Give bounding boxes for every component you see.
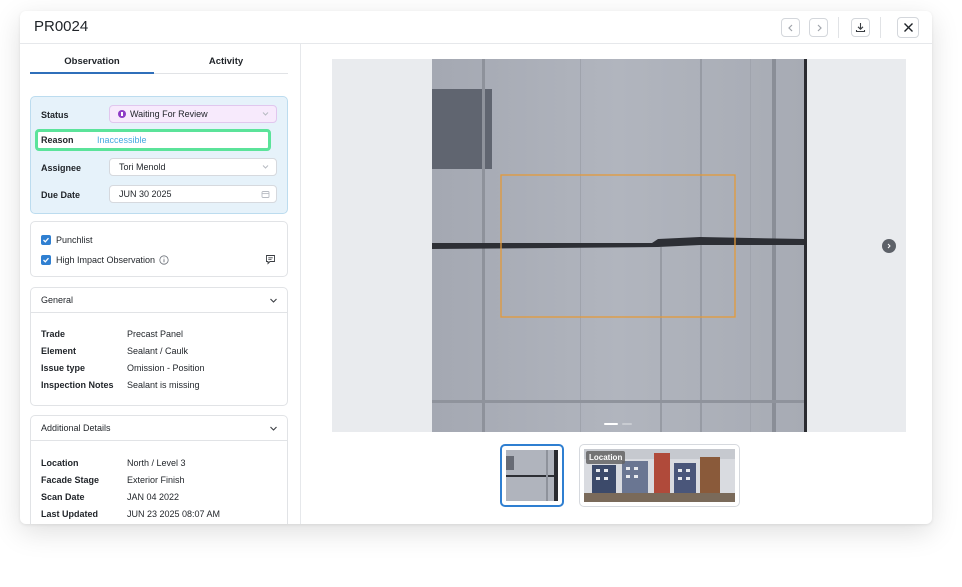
scan-date-key: Scan Date	[41, 492, 85, 502]
inspection-notes-key: Inspection Notes	[41, 380, 114, 390]
punchlist-checkbox-row[interactable]: Punchlist	[41, 234, 93, 246]
chevron-left-icon	[787, 24, 792, 31]
chevron-right-icon	[887, 243, 891, 249]
status-select[interactable]: Waiting For Review	[109, 105, 277, 123]
due-date-value: JUN 30 2025	[119, 189, 172, 199]
high-impact-checkbox[interactable]	[41, 255, 51, 265]
status-card: Status Waiting For Review Reason Inacces…	[30, 96, 288, 214]
chevron-down-icon	[270, 426, 277, 431]
flags-card: Punchlist High Impact Observation	[30, 221, 288, 277]
tab-observation[interactable]: Observation	[30, 56, 154, 67]
carousel-indicator	[604, 423, 632, 425]
image-viewer-panel: Location	[302, 44, 932, 524]
reason-value: Inaccessible	[97, 135, 147, 145]
calendar-icon	[261, 191, 270, 198]
location-value: North / Level 3	[127, 458, 186, 468]
tab-bar: Observation Activity	[30, 52, 288, 74]
tab-activity[interactable]: Activity	[164, 56, 288, 67]
header-bar: PR0024	[20, 11, 932, 44]
chevron-down-icon	[270, 298, 277, 303]
general-section: General Trade Precast Panel Element Seal…	[30, 287, 288, 406]
details-panel: Observation Activity Status Waiting For …	[20, 44, 301, 524]
inspection-notes-value: Sealant is missing	[127, 380, 200, 390]
punchlist-checkbox[interactable]	[41, 235, 51, 245]
scan-date-value: JAN 04 2022	[127, 492, 180, 502]
comment-icon[interactable]	[265, 254, 276, 265]
check-icon	[43, 257, 49, 263]
reason-label: Reason	[41, 135, 74, 145]
info-icon[interactable]	[159, 255, 169, 265]
thumbnail-location-image: Location	[584, 449, 735, 502]
next-image-button[interactable]	[882, 239, 896, 253]
previous-button[interactable]	[781, 18, 800, 37]
thumbnail-detail-image	[506, 450, 558, 501]
check-icon	[43, 237, 49, 243]
assignee-label: Assignee	[41, 163, 82, 173]
header-divider	[838, 17, 839, 38]
additional-details-title: Additional Details	[41, 423, 111, 433]
next-record-button[interactable]	[809, 18, 828, 37]
high-impact-label: High Impact Observation	[56, 255, 156, 265]
thumbnail-detail[interactable]	[500, 444, 564, 507]
chevron-down-icon	[262, 112, 269, 116]
close-button[interactable]	[897, 17, 919, 38]
facade-stage-value: Exterior Finish	[127, 475, 185, 485]
assignee-select[interactable]: Tori Menold	[109, 158, 277, 176]
high-impact-checkbox-row[interactable]: High Impact Observation	[41, 254, 169, 266]
image-viewer[interactable]	[332, 59, 906, 432]
general-title: General	[41, 295, 74, 305]
punchlist-label: Punchlist	[56, 235, 93, 245]
download-icon	[855, 23, 866, 33]
general-section-header[interactable]: General	[31, 288, 287, 313]
photo-edge	[804, 59, 807, 432]
element-key: Element	[41, 346, 77, 356]
download-button[interactable]	[851, 18, 870, 37]
last-updated-value: JUN 23 2025 08:07 AM	[127, 509, 221, 519]
facade-photo	[432, 59, 804, 432]
thumbnail-location[interactable]: Location	[579, 444, 740, 507]
active-tab-indicator	[30, 72, 154, 74]
last-updated-key: Last Updated	[41, 509, 99, 519]
issue-type-value: Omission - Position	[127, 363, 205, 373]
facade-photo-drawing	[432, 59, 804, 432]
status-value: Waiting For Review	[130, 109, 208, 119]
additional-details-header[interactable]: Additional Details	[31, 416, 287, 441]
close-icon	[903, 23, 913, 32]
page-title: PR0024	[34, 18, 89, 35]
additional-details-section: Additional Details Location North / Leve…	[30, 415, 288, 524]
trade-value: Precast Panel	[127, 329, 184, 339]
observation-window: PR0024 Observation Activity Status Waiti…	[20, 11, 932, 524]
location-badge: Location	[586, 451, 626, 464]
facade-stage-key: Facade Stage	[41, 475, 100, 485]
trade-key: Trade	[41, 329, 66, 339]
due-date-label: Due Date	[41, 190, 81, 200]
chevron-right-icon	[817, 24, 822, 31]
header-divider	[880, 17, 881, 38]
status-label: Status	[41, 110, 69, 120]
issue-type-key: Issue type	[41, 363, 86, 373]
due-date-field[interactable]: JUN 30 2025	[109, 185, 277, 203]
reason-field[interactable]: Reason Inaccessible	[35, 129, 271, 151]
element-value: Sealant / Caulk	[127, 346, 189, 356]
status-indicator-icon	[118, 110, 126, 118]
assignee-value: Tori Menold	[119, 162, 166, 172]
location-key: Location	[41, 458, 79, 468]
chevron-down-icon	[262, 165, 269, 169]
